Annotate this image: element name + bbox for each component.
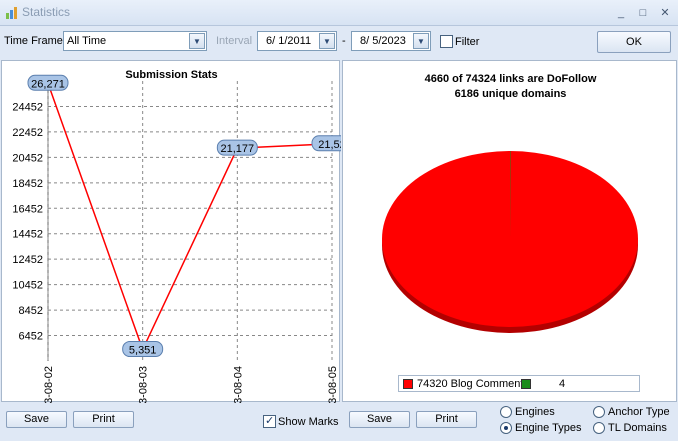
save-chart-button[interactable]: Save — [6, 411, 67, 428]
title-bar: Statistics _ □ ✕ — [0, 0, 678, 26]
data-label: 5,351 — [122, 341, 164, 358]
data-label: 21,177 — [216, 139, 258, 156]
legend-swatch — [521, 379, 531, 389]
line-chart: 6452 8452 10452 12452 14452 16452 18452 20452 22… — [12, 74, 341, 403]
x-tick-label: 2023-08-02 — [43, 366, 55, 403]
data-label: 26,271 — [27, 74, 69, 91]
show-marks-checkbox[interactable] — [263, 414, 276, 428]
tl-domains-radio[interactable] — [593, 422, 605, 434]
y-tick-label: 24452 — [12, 101, 43, 113]
window-title: Statistics — [22, 5, 71, 19]
date-from-value: 6/ 1/2011 — [266, 35, 312, 47]
y-tick-label: 8452 — [19, 305, 43, 317]
y-tick-label: 6452 — [19, 331, 43, 343]
time-frame-value: All Time — [67, 35, 107, 47]
x-tick-label: 2023-08-05 — [327, 366, 339, 403]
date-to-value: 8/ 5/2023 — [360, 35, 406, 47]
chevron-down-icon[interactable]: ▼ — [413, 33, 429, 49]
data-label-text: 21,177 — [221, 143, 255, 155]
x-tick-label: 2023-08-03 — [138, 366, 150, 403]
anchor-type-radio[interactable] — [593, 406, 605, 418]
legend-item: 4 — [559, 378, 566, 390]
engine-types-radio[interactable] — [500, 422, 512, 434]
time-frame-label: Time Frame — [4, 35, 63, 47]
save-pie-button[interactable]: Save — [349, 411, 410, 428]
app-icon — [6, 7, 17, 19]
ok-button[interactable]: OK — [597, 31, 671, 53]
x-tick-label: 2023-08-04 — [232, 366, 244, 403]
y-tick-label: 16452 — [12, 203, 43, 215]
y-tick-label: 12452 — [12, 254, 43, 266]
filter-label: Filter — [455, 36, 480, 48]
filter-checkbox[interactable] — [440, 35, 453, 48]
minimize-button[interactable]: _ — [612, 5, 630, 21]
engines-radio[interactable] — [500, 406, 512, 418]
legend-item: 74320 Blog Comment — [417, 378, 524, 390]
data-label-text: 26,271 — [31, 78, 65, 90]
anchor-type-radio-label: Anchor Type — [608, 406, 670, 418]
chevron-down-icon[interactable]: ▼ — [319, 33, 335, 49]
pie-chart — [382, 151, 638, 333]
dofollow-panel: 4660 of 74324 links are DoFollow 6186 un… — [342, 60, 677, 402]
print-chart-button[interactable]: Print — [73, 411, 134, 428]
data-label-text: 5,351 — [129, 345, 157, 357]
date-separator: - — [342, 35, 346, 47]
maximize-button[interactable]: □ — [634, 5, 652, 21]
y-tick-label: 10452 — [12, 280, 43, 292]
y-tick-label: 22452 — [12, 127, 43, 139]
toolbar: Time Frame All Time ▼ Interval 6/ 1/2011… — [0, 27, 678, 58]
tl-domains-radio-label: TL Domains — [608, 422, 667, 434]
close-button[interactable]: ✕ — [656, 5, 674, 21]
data-label: 21,52 — [311, 135, 341, 152]
chevron-down-icon[interactable]: ▼ — [189, 33, 205, 49]
time-frame-select[interactable]: All Time ▼ — [63, 31, 207, 51]
engine-types-radio-label: Engine Types — [515, 422, 582, 434]
pie-legend: 74320 Blog Comment 4 — [398, 375, 640, 392]
engines-radio-label: Engines — [515, 406, 555, 418]
interval-label: Interval — [216, 35, 253, 47]
legend-swatch — [403, 379, 413, 389]
data-label-text: 21,52 — [318, 139, 341, 151]
submission-stats-panel: Submission Stats 6452 8452 10452 12452 14452… — [1, 60, 341, 403]
y-tick-label: 20452 — [12, 152, 43, 164]
print-pie-button[interactable]: Print — [416, 411, 477, 428]
y-tick-label: 18452 — [12, 178, 43, 190]
date-to-picker[interactable]: 8/ 5/2023 ▼ — [351, 31, 431, 51]
date-from-picker[interactable]: 6/ 1/2011 ▼ — [257, 31, 337, 51]
show-marks-label: Show Marks — [278, 416, 339, 428]
y-tick-label: 14452 — [12, 229, 43, 241]
